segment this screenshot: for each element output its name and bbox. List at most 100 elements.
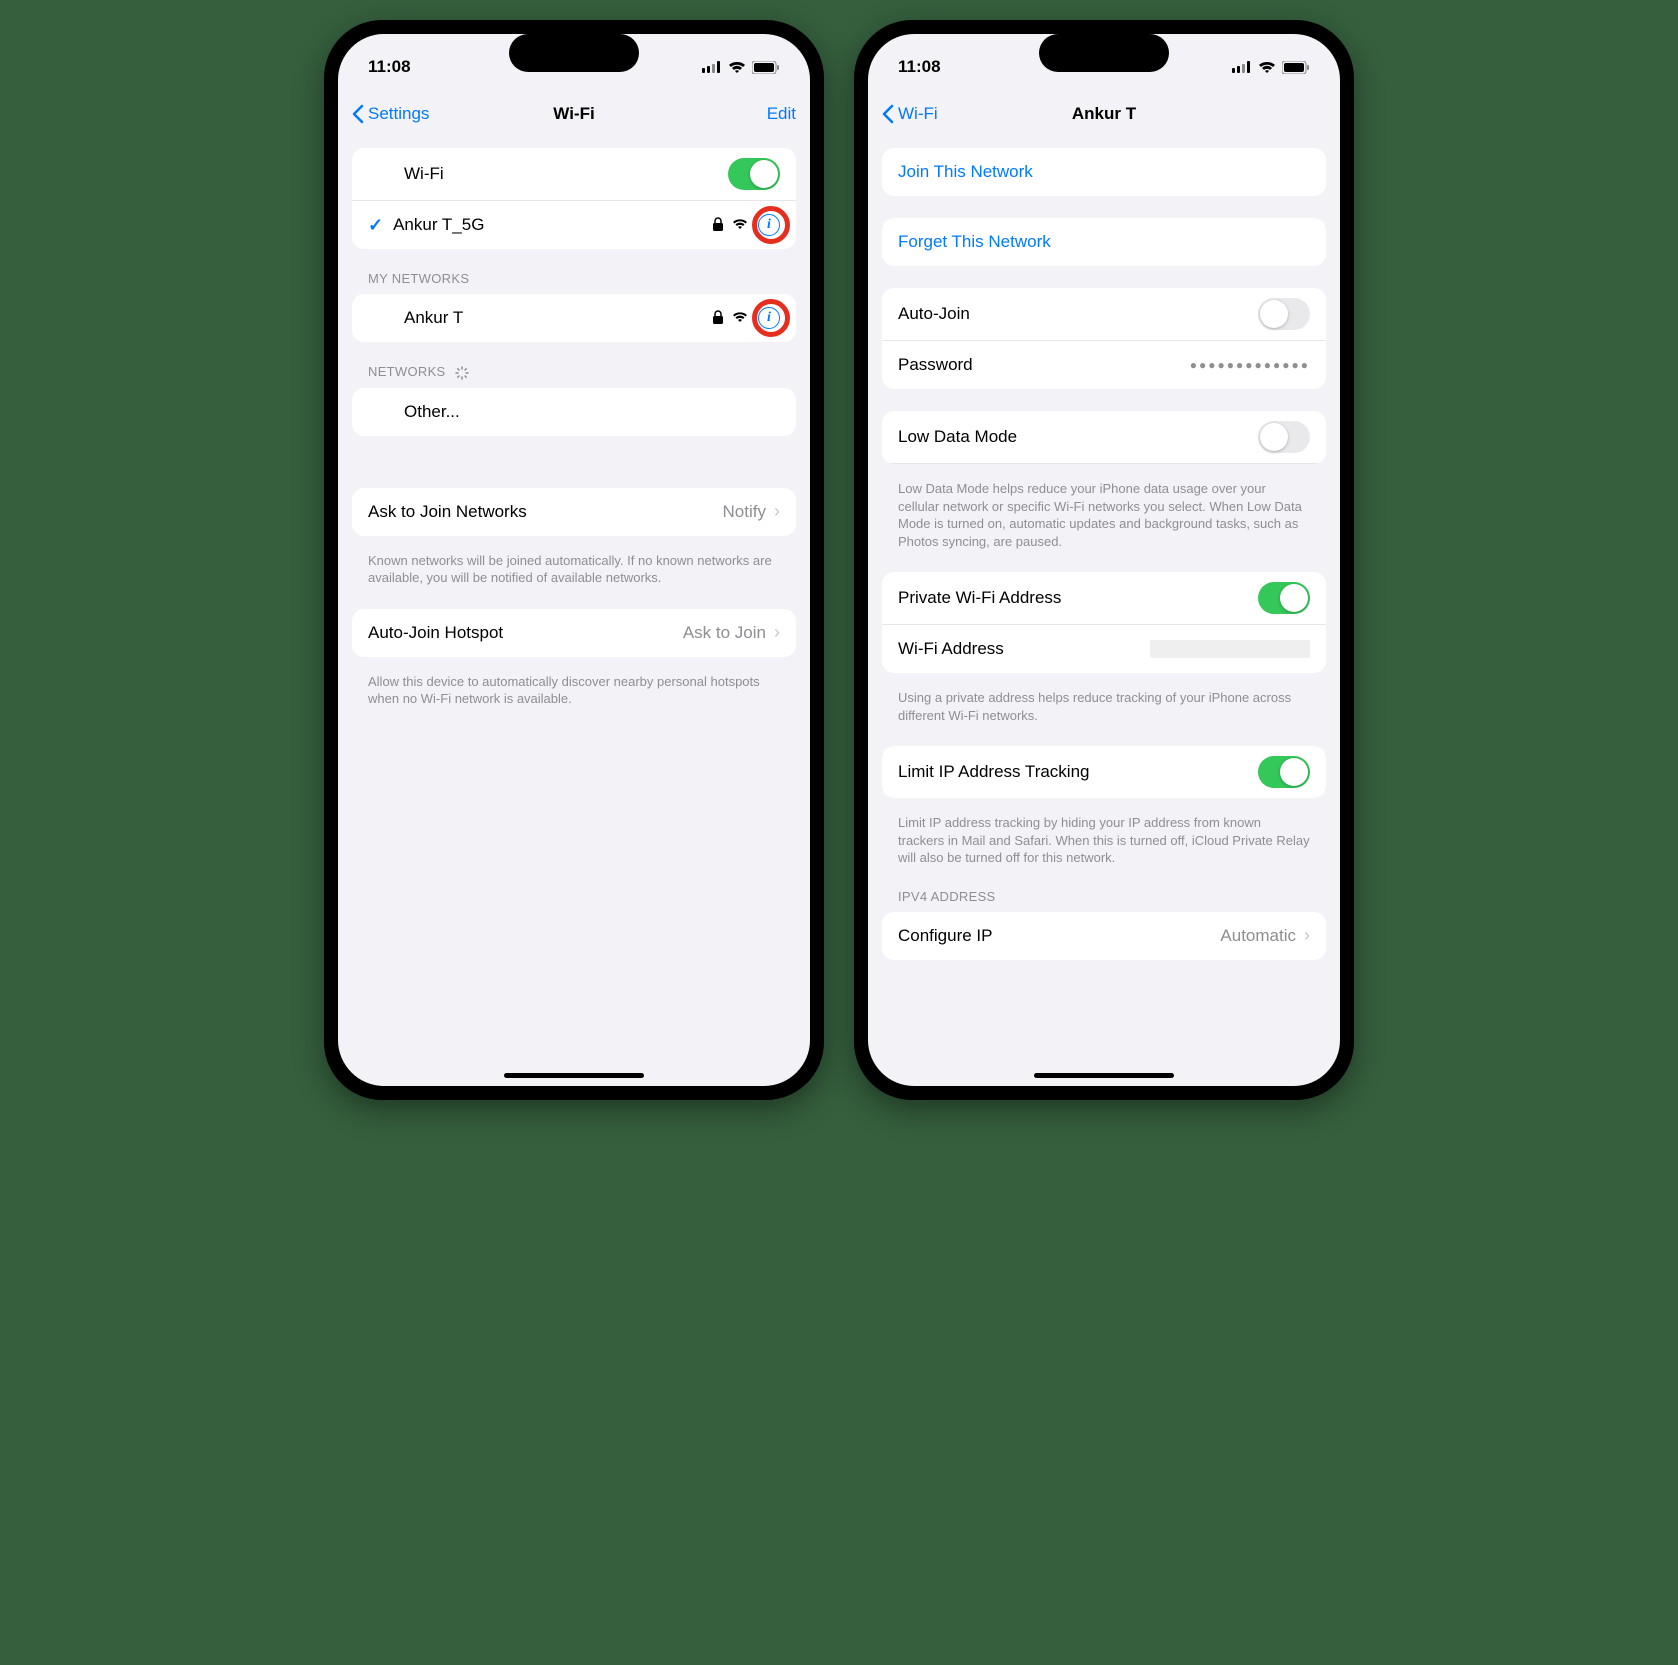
auto-hotspot-label: Auto-Join Hotspot (368, 623, 683, 643)
networks-header: NETWORKS (352, 364, 796, 388)
content-right: Join This Network Forget This Network Au… (868, 138, 1340, 1086)
spinner-icon (455, 366, 469, 380)
auto-join-toggle[interactable] (1258, 298, 1310, 330)
join-label: Join This Network (898, 162, 1310, 182)
low-data-group: Low Data Mode (882, 411, 1326, 464)
notch (1039, 34, 1169, 72)
networks-header-label: NETWORKS (368, 364, 446, 379)
auto-hotspot-value: Ask to Join (683, 623, 766, 643)
join-group: Join This Network (882, 148, 1326, 196)
configure-ip-value: Automatic (1220, 926, 1296, 946)
private-addr-footer: Using a private address helps reduce tra… (882, 681, 1326, 724)
status-time: 11:08 (368, 57, 411, 77)
low-data-toggle[interactable] (1258, 421, 1310, 453)
phone-right: 11:08 Wi-Fi Ankur T Join This Network (854, 20, 1354, 1100)
password-label: Password (898, 355, 1190, 375)
info-button[interactable]: i (758, 214, 780, 236)
chevron-left-icon (882, 104, 894, 124)
wifi-toggle-group: Wi-Fi ✓ Ankur T_5G i (352, 148, 796, 249)
page-title: Wi-Fi (553, 104, 594, 124)
wifi-toggle-row[interactable]: Wi-Fi (352, 148, 796, 201)
password-row[interactable]: Password ●●●●●●●●●●●●● (882, 341, 1326, 389)
back-button[interactable]: Settings (352, 104, 429, 124)
home-indicator[interactable] (504, 1073, 644, 1078)
info-button[interactable]: i (758, 307, 780, 329)
auto-join-label: Auto-Join (898, 304, 1258, 324)
ask-join-group: Ask to Join Networks Notify › (352, 488, 796, 536)
wifi-addr-value-redacted (1150, 640, 1310, 658)
other-label: Other... (368, 402, 780, 422)
notch (509, 34, 639, 72)
low-data-footer: Low Data Mode helps reduce your iPhone d… (882, 472, 1326, 550)
auto-join-group: Auto-Join Password ●●●●●●●●●●●●● (882, 288, 1326, 389)
join-network-row[interactable]: Join This Network (882, 148, 1326, 196)
ask-join-label: Ask to Join Networks (368, 502, 723, 522)
back-button[interactable]: Wi-Fi (882, 104, 938, 124)
private-addr-toggle[interactable] (1258, 582, 1310, 614)
ask-join-row[interactable]: Ask to Join Networks Notify › (352, 488, 796, 536)
forget-group: Forget This Network (882, 218, 1326, 266)
limit-ip-footer: Limit IP address tracking by hiding your… (882, 806, 1326, 867)
wifi-label: Wi-Fi (368, 164, 728, 184)
status-time: 11:08 (898, 57, 941, 77)
wifi-toggle[interactable] (728, 158, 780, 190)
checkmark-icon: ✓ (368, 215, 383, 236)
lock-icon (712, 310, 724, 327)
private-addr-label: Private Wi-Fi Address (898, 588, 1258, 608)
auto-hotspot-group: Auto-Join Hotspot Ask to Join › (352, 609, 796, 657)
wifi-addr-row[interactable]: Wi-Fi Address (882, 625, 1326, 673)
connected-network-row[interactable]: ✓ Ankur T_5G i (352, 201, 796, 249)
screen-left: 11:08 Settings Wi-Fi Edit Wi-Fi (338, 34, 810, 1086)
private-addr-row[interactable]: Private Wi-Fi Address (882, 572, 1326, 625)
ask-join-footer: Known networks will be joined automatica… (352, 544, 796, 587)
status-icons (702, 61, 780, 74)
ipv4-header: IPV4 ADDRESS (882, 889, 1326, 912)
back-label: Wi-Fi (898, 104, 938, 124)
nav-bar: Wi-Fi Ankur T (868, 90, 1340, 138)
limit-ip-row[interactable]: Limit IP Address Tracking (882, 746, 1326, 798)
low-data-label: Low Data Mode (898, 427, 1258, 447)
network-row[interactable]: Ankur T i (352, 294, 796, 342)
forget-label: Forget This Network (898, 232, 1310, 252)
chevron-left-icon (352, 104, 364, 124)
edit-button[interactable]: Edit (767, 104, 796, 124)
wifi-status-icon (1258, 61, 1276, 74)
chevron-right-icon: › (774, 622, 780, 643)
wifi-addr-label: Wi-Fi Address (898, 639, 1150, 659)
other-network-row[interactable]: Other... (352, 388, 796, 436)
signal-icon (1232, 61, 1252, 73)
chevron-right-icon: › (774, 501, 780, 522)
battery-icon (1282, 61, 1310, 74)
auto-hotspot-row[interactable]: Auto-Join Hotspot Ask to Join › (352, 609, 796, 657)
networks-group: Other... (352, 388, 796, 436)
my-networks-header: MY NETWORKS (352, 271, 796, 294)
content-left: Wi-Fi ✓ Ankur T_5G i MY NETWORKS (338, 138, 810, 1086)
configure-ip-label: Configure IP (898, 926, 1220, 946)
network-label: Ankur T (368, 308, 712, 328)
forget-network-row[interactable]: Forget This Network (882, 218, 1326, 266)
connected-network-label: Ankur T_5G (393, 215, 712, 235)
wifi-status-icon (728, 61, 746, 74)
screen-right: 11:08 Wi-Fi Ankur T Join This Network (868, 34, 1340, 1086)
limit-ip-toggle[interactable] (1258, 756, 1310, 788)
low-data-row[interactable]: Low Data Mode (882, 411, 1326, 464)
wifi-signal-icon (732, 308, 748, 328)
wifi-signal-icon (732, 215, 748, 235)
auto-join-row[interactable]: Auto-Join (882, 288, 1326, 341)
private-addr-group: Private Wi-Fi Address Wi-Fi Address (882, 572, 1326, 673)
home-indicator[interactable] (1034, 1073, 1174, 1078)
signal-icon (702, 61, 722, 73)
ipv4-group: Configure IP Automatic › (882, 912, 1326, 960)
chevron-right-icon: › (1304, 925, 1310, 946)
nav-bar: Settings Wi-Fi Edit (338, 90, 810, 138)
limit-ip-label: Limit IP Address Tracking (898, 762, 1258, 782)
back-label: Settings (368, 104, 429, 124)
limit-ip-group: Limit IP Address Tracking (882, 746, 1326, 798)
battery-icon (752, 61, 780, 74)
lock-icon (712, 217, 724, 234)
status-icons (1232, 61, 1310, 74)
auto-hotspot-footer: Allow this device to automatically disco… (352, 665, 796, 708)
phone-left: 11:08 Settings Wi-Fi Edit Wi-Fi (324, 20, 824, 1100)
ask-join-value: Notify (723, 502, 766, 522)
configure-ip-row[interactable]: Configure IP Automatic › (882, 912, 1326, 960)
